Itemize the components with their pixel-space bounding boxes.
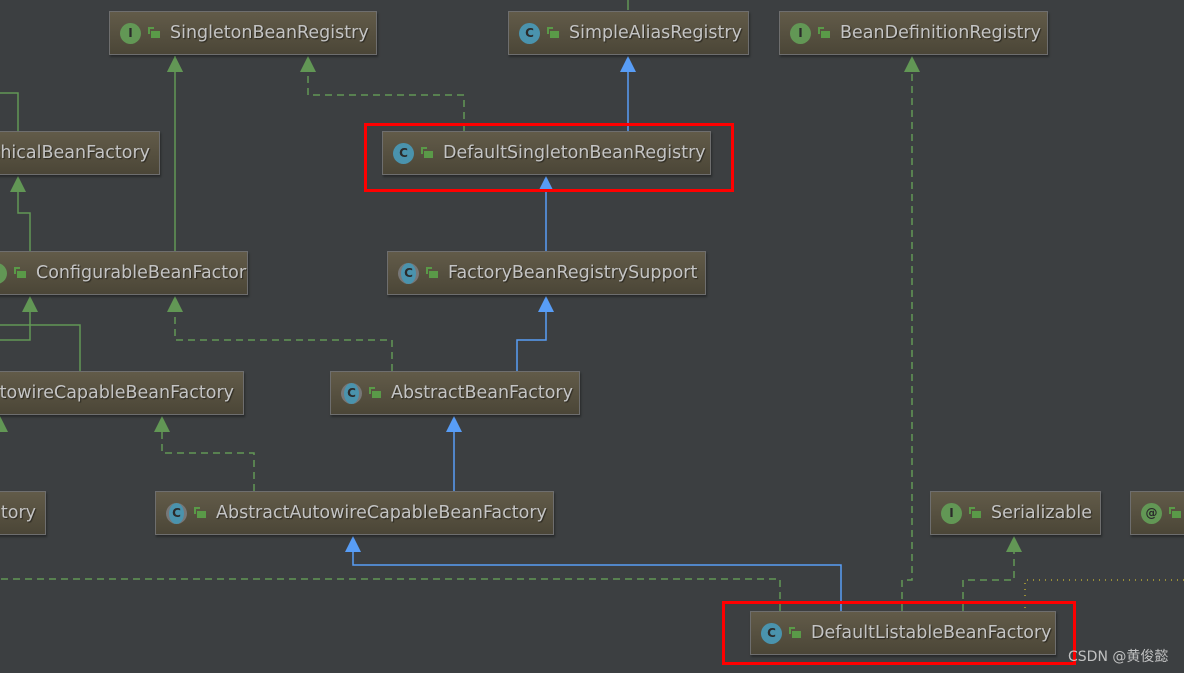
edge-aacbf-to-acbf	[161, 432, 255, 491]
node-label: SingletonBeanRegistry	[170, 23, 369, 43]
node-configurable-bean-factory[interactable]: I ConfigurableBeanFactory	[0, 251, 248, 295]
class-icon: C	[519, 22, 540, 44]
public-access-icon	[369, 387, 381, 399]
edge-abf-to-configurable	[174, 312, 393, 371]
node-label: SimpleAliasRegistry	[569, 23, 742, 43]
highlight-box-default-singleton-bean-registry	[364, 123, 734, 192]
public-access-icon	[547, 27, 559, 39]
edge-abf-to-fbrs	[516, 312, 547, 371]
public-access-icon	[194, 507, 206, 519]
public-access-icon	[148, 27, 160, 39]
node-label: ConfigurableBeanFactory	[36, 263, 248, 283]
annotation-icon: @	[1141, 502, 1162, 524]
edge-configurable-to-hierarchical	[17, 192, 31, 251]
abstract-icon: C	[398, 262, 419, 284]
public-access-icon	[818, 27, 830, 39]
highlight-box-default-listable-bean-factory	[722, 601, 1076, 665]
node-label: AbstractAutowireCapableBeanFactory	[216, 503, 547, 523]
public-access-icon	[1169, 507, 1181, 519]
interface-icon: I	[790, 22, 811, 44]
node-label: AbstractBeanFactory	[391, 383, 573, 403]
diagram-edges	[0, 0, 1184, 611]
public-access-icon	[969, 507, 981, 519]
node-annotation-node[interactable]: @	[1130, 491, 1184, 535]
interface-icon: I	[941, 502, 962, 524]
node-label: FactoryBeanRegistrySupport	[448, 263, 698, 283]
node-factory-bean-registry-support[interactable]: C FactoryBeanRegistrySupport	[387, 251, 706, 295]
interface-icon: I	[0, 262, 7, 284]
node-label: chicalBeanFactory	[0, 143, 150, 163]
node-abstract-bean-factory[interactable]: C AbstractBeanFactory	[330, 371, 580, 415]
node-hierarchical-bean-factory[interactable]: chicalBeanFactory	[0, 131, 160, 175]
node-partial-factory[interactable]: tory	[0, 491, 46, 535]
watermark: CSDN @黄俊懿	[1068, 649, 1169, 665]
edge-dlbf-to-beandef	[901, 72, 913, 611]
node-autowire-capable-bean-factory[interactable]: utowireCapableBeanFactory	[0, 371, 244, 415]
abstract-icon: C	[166, 502, 187, 524]
node-label: BeanDefinitionRegistry	[840, 23, 1041, 43]
node-simple-alias-registry[interactable]: C SimpleAliasRegistry	[508, 11, 749, 55]
interface-icon: I	[120, 22, 141, 44]
node-bean-definition-registry[interactable]: I BeanDefinitionRegistry	[779, 11, 1048, 55]
node-label: tory	[0, 503, 36, 523]
node-abstract-autowire-capable-bean-factory[interactable]: C AbstractAutowireCapableBeanFactory	[155, 491, 554, 535]
node-label: utowireCapableBeanFactory	[0, 383, 234, 403]
public-access-icon	[14, 267, 26, 279]
public-access-icon	[426, 267, 438, 279]
abstract-icon: C	[341, 382, 362, 404]
node-serializable[interactable]: I Serializable	[930, 491, 1101, 535]
node-singleton-bean-registry[interactable]: I SingletonBeanRegistry	[109, 11, 377, 55]
node-label: Serializable	[991, 503, 1093, 523]
